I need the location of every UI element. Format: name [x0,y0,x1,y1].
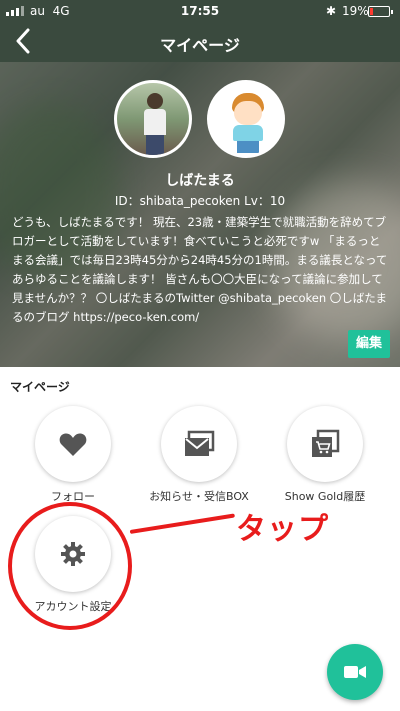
avatar-character[interactable] [207,80,285,158]
video-camera-button[interactable] [327,644,383,700]
video-camera-icon [344,666,366,678]
nav-bar: マイページ [0,22,400,62]
annotation-line [129,513,236,534]
show-gold-history-label: Show Gold履歴 [284,490,366,503]
status-bar: au 4G 17:55 ✱ 19% [0,0,400,22]
annotation-circle [8,502,132,630]
clock: 17:55 [180,4,220,18]
shopping-cart-icon [312,429,340,457]
inbox-icon [185,430,215,456]
profile-bio: どうも、しばたまるです！ 現在、23歳・建築学生で就職活動を辞めてブロガーとして… [12,215,388,324]
battery-icon [368,6,393,17]
section-label: マイページ [10,380,70,394]
page-title: マイページ [160,36,240,55]
avatar-photo[interactable] [114,80,192,158]
profile-header: しばたまる ID：shibata_pecoken Lv：10 どうも、しばたまる… [0,62,400,367]
battery-percent: 19% [342,4,369,18]
bluetooth-icon: ✱ [326,4,337,18]
annotation-tap-text: タップ [236,512,329,547]
profile-id-level: ID：shibata_pecoken Lv：10 [114,194,286,208]
show-gold-history-button[interactable] [287,406,363,482]
inbox-label: お知らせ・受信BOX [149,490,249,503]
inbox-button[interactable] [161,406,237,482]
profile-name: しばたまる [165,173,235,189]
follow-button[interactable] [35,406,111,482]
heart-icon [59,433,87,456]
edit-button[interactable]: 編集 [348,330,390,358]
